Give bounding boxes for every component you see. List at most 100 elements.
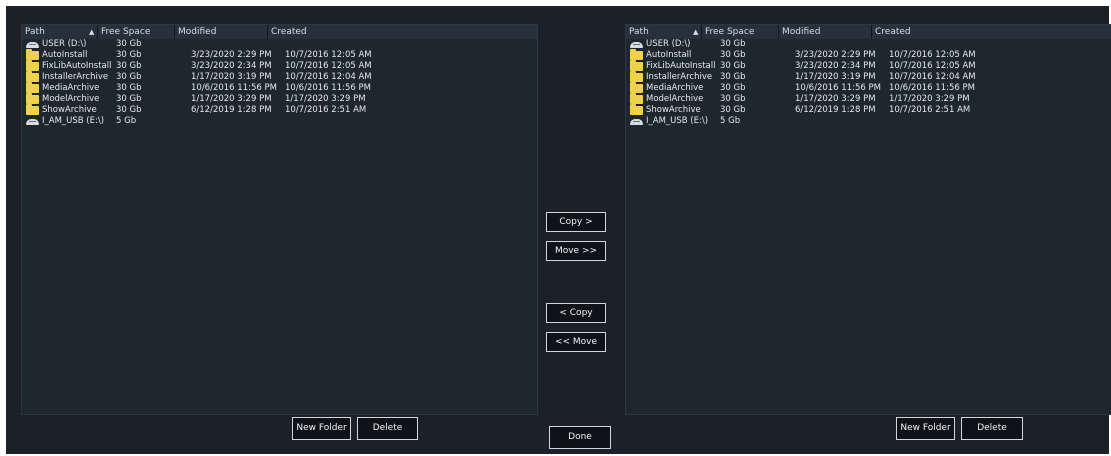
right-column-header: Path ▲ Free Space Modified Created [626,25,1111,39]
file-row[interactable]: ModelArchive 30 Gb 1/17/2020 3:29 PM 1/17/2… [626,93,1111,105]
right-rows: USER (D:\) 30 Gb AutoInstall 30 Gb 3/23/2020… [626,39,1111,127]
left-rows: USER (D:\) 30 Gb AutoInstall 30 Gb 3/23/2020… [22,39,537,127]
file-row[interactable]: MediaArchive 30 Gb 10/6/2016 11:56 PM 10/6/… [626,82,1111,94]
row-path: USER (D:\) [646,39,691,49]
row-path: ModelArchive [42,94,100,104]
right-new-folder-button[interactable]: New Folder [896,417,955,440]
row-path: USER (D:\) [42,39,87,49]
folder-icon [26,60,39,71]
column-path-label: Path [25,27,45,37]
file-row[interactable]: ShowArchive 30 Gb 6/12/2019 1:28 PM 10/7/20… [22,104,537,116]
right-file-list[interactable]: Path ▲ Free Space Modified Created USER (… [625,24,1111,415]
row-created: 10/7/2016 12:04 AM [285,72,372,82]
row-free-space: 30 Gb [116,50,142,60]
left-new-folder-button[interactable]: New Folder [292,417,351,440]
column-modified[interactable]: Modified [175,25,268,39]
row-free-space: 30 Gb [116,94,142,104]
file-row[interactable]: InstallerArchive 30 Gb 1/17/2020 3:19 PM 10… [22,71,537,83]
row-path: MediaArchive [42,83,100,93]
row-free-space: 30 Gb [720,50,746,60]
row-free-space: 30 Gb [720,72,746,82]
file-row[interactable]: USER (D:\) 30 Gb [626,39,1111,50]
file-row[interactable]: FixLibAutoInstall 30 Gb 3/23/2020 2:34 PM 1… [626,60,1111,72]
file-row[interactable]: ShowArchive 30 Gb 6/12/2019 1:28 PM 10/7/20… [626,104,1111,116]
folder-icon [630,104,643,115]
row-path: AutoInstall [646,50,692,60]
folder-icon [26,93,39,104]
file-row[interactable]: I_AM_USB (E:\) 5 Gb [22,116,537,127]
file-row[interactable]: InstallerArchive 30 Gb 1/17/2020 3:19 PM 10… [626,71,1111,83]
row-modified: 3/23/2020 2:29 PM [191,50,272,60]
row-free-space: 5 Gb [116,116,137,126]
copy-right-button[interactable]: Copy > [546,212,606,232]
row-free-space: 30 Gb [720,94,746,104]
column-free-space[interactable]: Free Space [702,25,779,39]
row-created: 10/7/2016 2:51 AM [285,105,367,115]
column-free-space[interactable]: Free Space [98,25,175,39]
row-modified: 3/23/2020 2:34 PM [795,61,876,71]
row-modified: 3/23/2020 2:34 PM [191,61,272,71]
row-path: InstallerArchive [42,72,109,82]
row-free-space: 30 Gb [116,61,142,71]
sort-ascending-icon: ▲ [693,28,699,36]
file-row[interactable]: I_AM_USB (E:\) 5 Gb [626,116,1111,127]
row-free-space: 30 Gb [116,72,142,82]
column-path[interactable]: Path ▲ [626,25,702,39]
folder-icon [630,71,643,82]
folder-icon [630,82,643,93]
row-path: FixLibAutoInstall [646,61,716,71]
folder-icon [630,93,643,104]
move-left-button[interactable]: << Move [546,332,606,352]
row-free-space: 30 Gb [720,61,746,71]
row-modified: 1/17/2020 3:19 PM [191,72,272,82]
column-path[interactable]: Path ▲ [22,25,98,39]
column-modified[interactable]: Modified [779,25,872,39]
left-delete-button[interactable]: Delete [357,417,418,440]
folder-icon [26,71,39,82]
drive-icon [630,117,643,126]
row-created: 10/7/2016 12:05 AM [889,61,976,71]
row-path: I_AM_USB (E:\) [42,116,105,126]
row-free-space: 30 Gb [720,105,746,115]
folder-icon [26,104,39,115]
row-free-space: 30 Gb [116,105,142,115]
row-modified: 10/6/2016 11:56 PM [795,83,881,93]
folder-icon [630,49,643,60]
row-created: 10/7/2016 12:05 AM [285,61,372,71]
row-free-space: 30 Gb [720,39,746,49]
sort-ascending-icon: ▲ [89,28,95,36]
row-created: 10/7/2016 12:04 AM [889,72,976,82]
file-row[interactable]: AutoInstall 30 Gb 3/23/2020 2:29 PM 10/7/20… [22,49,537,61]
row-modified: 1/17/2020 3:19 PM [795,72,876,82]
drive-icon [26,117,39,126]
folder-icon [26,49,39,60]
file-row[interactable]: USER (D:\) 30 Gb [22,39,537,50]
move-right-button[interactable]: Move >> [546,241,606,261]
done-button[interactable]: Done [549,426,611,449]
file-row[interactable]: ModelArchive 30 Gb 1/17/2020 3:29 PM 1/17/2… [22,93,537,105]
column-created[interactable]: Created [872,25,1111,39]
drive-icon [26,40,39,49]
row-modified: 1/17/2020 3:29 PM [795,94,876,104]
file-row[interactable]: MediaArchive 30 Gb 10/6/2016 11:56 PM 10/6/… [22,82,537,94]
file-row[interactable]: FixLibAutoInstall 30 Gb 3/23/2020 2:34 PM 1… [22,60,537,72]
folder-icon [26,82,39,93]
row-created: 10/7/2016 12:05 AM [285,50,372,60]
row-created: 1/17/2020 3:29 PM [285,94,366,104]
left-file-list[interactable]: Path ▲ Free Space Modified Created USER (… [21,24,538,415]
right-delete-button[interactable]: Delete [961,417,1023,440]
row-free-space: 30 Gb [720,83,746,93]
row-free-space: 30 Gb [116,39,142,49]
row-created: 10/7/2016 12:05 AM [889,50,976,60]
column-created[interactable]: Created [268,25,539,39]
row-modified: 6/12/2019 1:28 PM [191,105,272,115]
row-path: ShowArchive [646,105,701,115]
row-created: 1/17/2020 3:29 PM [889,94,970,104]
row-path: AutoInstall [42,50,88,60]
file-row[interactable]: AutoInstall 30 Gb 3/23/2020 2:29 PM 10/7/20… [626,49,1111,61]
row-path: ModelArchive [646,94,704,104]
copy-left-button[interactable]: < Copy [546,303,606,323]
row-path: MediaArchive [646,83,704,93]
file-transfer-window: Path ▲ Free Space Modified Created USER (… [6,6,1111,454]
row-free-space: 5 Gb [720,116,741,126]
